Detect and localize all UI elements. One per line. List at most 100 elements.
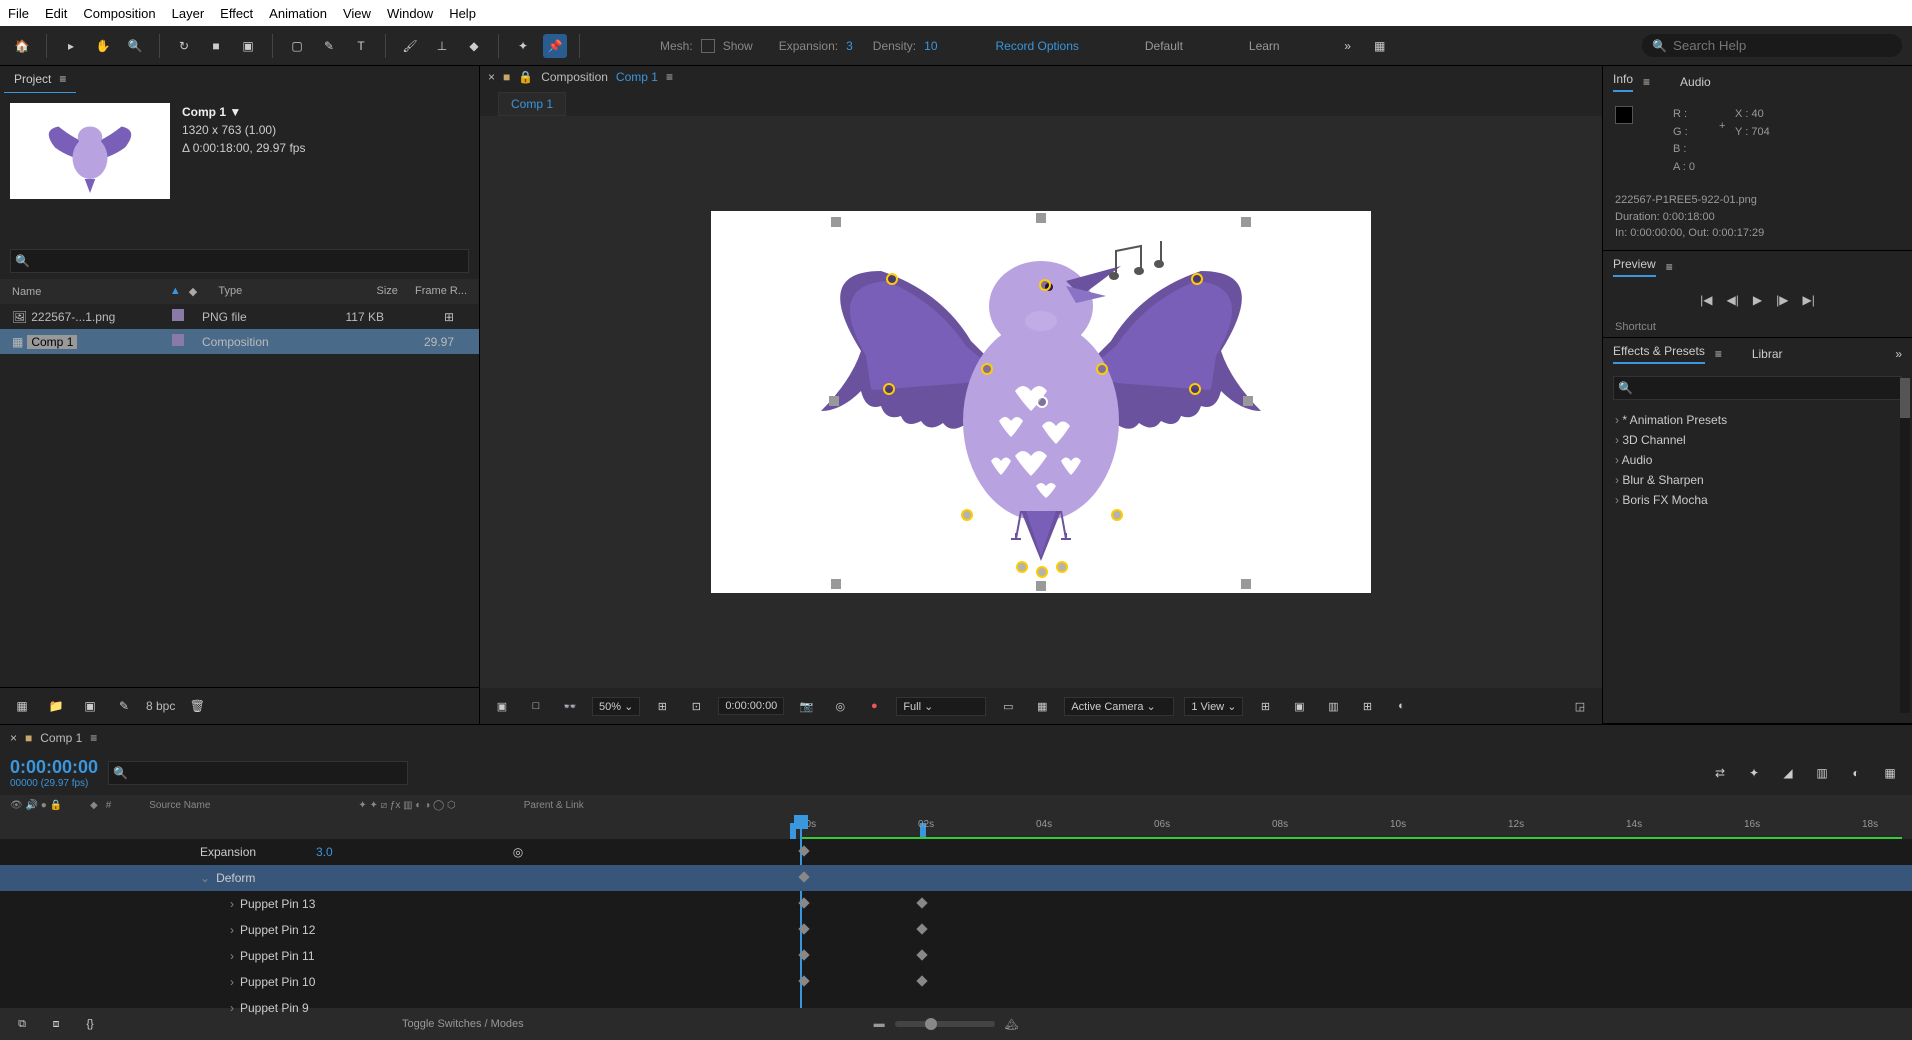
density-value[interactable]: 10 <box>924 39 937 53</box>
menu-help[interactable]: Help <box>449 6 476 21</box>
overflow-icon[interactable]: » <box>1895 347 1902 361</box>
timeline-tab[interactable]: Comp 1 <box>40 731 82 745</box>
layer-row-pin12[interactable]: › Puppet Pin 12 <box>0 917 1912 943</box>
channel-icon[interactable]: ● <box>862 694 886 718</box>
expand-icon[interactable]: › <box>230 1001 234 1015</box>
property-value[interactable]: 3.0 <box>316 845 333 859</box>
selection-handle[interactable] <box>831 579 841 589</box>
new-comp-icon[interactable]: ▣ <box>78 694 102 718</box>
effects-tab[interactable]: Effects & Presets <box>1613 344 1705 364</box>
home-icon[interactable]: 🏠 <box>10 34 34 58</box>
effect-category[interactable]: * Animation Presets <box>1615 410 1900 430</box>
timecode-display[interactable]: 0:00:00:00 <box>718 697 784 715</box>
timeline-ruler-area[interactable]: 00s 02s 04s 06s 08s 10s 12s 14s 16s 18s … <box>0 815 1912 1008</box>
interpret-footage-icon[interactable]: ▦ <box>10 694 34 718</box>
timeline-ruler[interactable]: 00s 02s 04s 06s 08s 10s 12s 14s 16s 18s <box>0 815 1912 839</box>
graph-editor-icon[interactable]: ▦ <box>1878 761 1902 785</box>
project-row-png[interactable]: 🖼222567-...1.png PNG file 117 KB ⊞ <box>0 304 479 329</box>
effects-search[interactable]: 🔍 <box>1613 376 1902 400</box>
selection-handle[interactable] <box>1036 581 1046 591</box>
menu-file[interactable]: File <box>8 6 29 21</box>
toggle-mask-icon[interactable]: 👓 <box>558 694 582 718</box>
effect-category[interactable]: Boris FX Mocha <box>1615 490 1900 510</box>
effect-category[interactable]: 3D Channel <box>1615 430 1900 450</box>
project-row-comp[interactable]: ▦Comp 1 Composition 29.97 <box>0 329 479 354</box>
puppet-pin[interactable] <box>1191 273 1203 285</box>
audio-tab[interactable]: Audio <box>1680 75 1711 89</box>
maximize-icon[interactable]: ◲ <box>1568 694 1592 718</box>
col-framerate[interactable]: Frame R... <box>402 283 471 300</box>
panel-menu-icon[interactable]: ≡ <box>59 72 66 86</box>
selection-handle[interactable] <box>1241 579 1251 589</box>
comp-subtab[interactable]: Comp 1 <box>498 92 566 116</box>
exposure-icon[interactable]: ◐ <box>1389 694 1413 718</box>
collapse-icon[interactable]: ⌄ <box>200 871 210 885</box>
record-options-link[interactable]: Record Options <box>996 39 1079 53</box>
canvas[interactable] <box>711 211 1371 593</box>
menu-effect[interactable]: Effect <box>220 6 253 21</box>
pen-tool-icon[interactable]: ✎ <box>317 34 341 58</box>
menu-window[interactable]: Window <box>387 6 433 21</box>
puppet-pin[interactable] <box>883 383 895 395</box>
col-size[interactable]: Size <box>333 283 402 300</box>
first-frame-icon[interactable]: |◀ <box>1700 293 1712 307</box>
roi-icon[interactable]: ⊡ <box>684 694 708 718</box>
overflow-icon[interactable]: » <box>1336 34 1360 58</box>
anchor-point[interactable] <box>1036 396 1048 408</box>
resolution-dropdown[interactable]: Full ⌄ <box>896 697 986 716</box>
draft-3d-icon[interactable]: ✦ <box>1742 761 1766 785</box>
comp-mini-flowchart-icon[interactable]: ⇄ <box>1708 761 1732 785</box>
col-name[interactable]: Name <box>8 283 166 300</box>
panel-menu-icon[interactable]: ≡ <box>1643 75 1650 89</box>
toggle-alpha-icon[interactable]: ▣ <box>490 694 514 718</box>
selection-handle[interactable] <box>1241 217 1251 227</box>
play-icon[interactable]: ▶ <box>1753 293 1762 307</box>
selection-tool-icon[interactable]: ▸ <box>59 34 83 58</box>
menu-animation[interactable]: Animation <box>269 6 327 21</box>
frame-blend-icon[interactable]: ▥ <box>1810 761 1834 785</box>
expression-icon[interactable]: ◎ <box>513 845 523 859</box>
fast-preview-icon[interactable]: ▭ <box>996 694 1020 718</box>
lock-icon[interactable]: 🔒 <box>518 70 533 84</box>
panel-menu-icon[interactable]: ≡ <box>666 70 673 84</box>
effect-category[interactable]: Audio <box>1615 450 1900 470</box>
layer-row-pin9[interactable]: › Puppet Pin 9 <box>0 995 1912 1021</box>
rotate-tool-icon[interactable]: ↻ <box>172 34 196 58</box>
menu-layer[interactable]: Layer <box>172 6 205 21</box>
expand-icon[interactable]: › <box>230 897 234 911</box>
layer-row-pin10[interactable]: › Puppet Pin 10 <box>0 969 1912 995</box>
parent-col[interactable]: Parent & Link <box>524 800 584 811</box>
zoom-tool-icon[interactable]: 🔍 <box>123 34 147 58</box>
camera-tool-icon[interactable]: ■ <box>204 34 228 58</box>
flowchart-icon[interactable]: ⊞ <box>1355 694 1379 718</box>
prev-frame-icon[interactable]: ◀| <box>1727 293 1739 307</box>
puppet-pin[interactable] <box>961 509 973 521</box>
snapshot-icon[interactable]: 📷 <box>794 694 818 718</box>
info-tab[interactable]: Info <box>1613 72 1633 92</box>
expand-icon[interactable]: › <box>230 975 234 989</box>
motion-blur-icon[interactable]: ◐ <box>1844 761 1868 785</box>
effect-category[interactable]: Blur & Sharpen <box>1615 470 1900 490</box>
panel-menu-icon[interactable]: ≡ <box>1666 260 1673 274</box>
flowchart-icon[interactable]: ⊞ <box>444 310 454 324</box>
last-frame-icon[interactable]: ▶| <box>1802 293 1814 307</box>
col-label-icon[interactable]: ◆ <box>185 283 215 300</box>
pan-behind-tool-icon[interactable]: ▣ <box>236 34 260 58</box>
source-name-col[interactable]: Source Name <box>149 800 210 811</box>
close-tab-icon[interactable]: × <box>10 731 17 745</box>
shape-tool-icon[interactable]: ▢ <box>285 34 309 58</box>
viewer[interactable] <box>480 116 1602 688</box>
layer-row-pin11[interactable]: › Puppet Pin 11 <box>0 943 1912 969</box>
camera-dropdown[interactable]: Active Camera ⌄ <box>1064 697 1174 716</box>
grid-icon[interactable]: ▦ <box>1030 694 1054 718</box>
view-dropdown[interactable]: 1 View ⌄ <box>1184 697 1243 716</box>
col-type[interactable]: Type <box>214 283 332 300</box>
selection-handle[interactable] <box>829 396 839 406</box>
library-tab[interactable]: Librar <box>1752 347 1783 361</box>
eraser-tool-icon[interactable]: ◆ <box>462 34 486 58</box>
help-search-input[interactable] <box>1673 38 1892 53</box>
panel-menu-icon[interactable]: ≡ <box>1715 347 1722 361</box>
layer-row-deform[interactable]: ⌄ Deform <box>0 865 1912 891</box>
selection-handle[interactable] <box>831 217 841 227</box>
scrollbar[interactable] <box>1900 378 1910 713</box>
